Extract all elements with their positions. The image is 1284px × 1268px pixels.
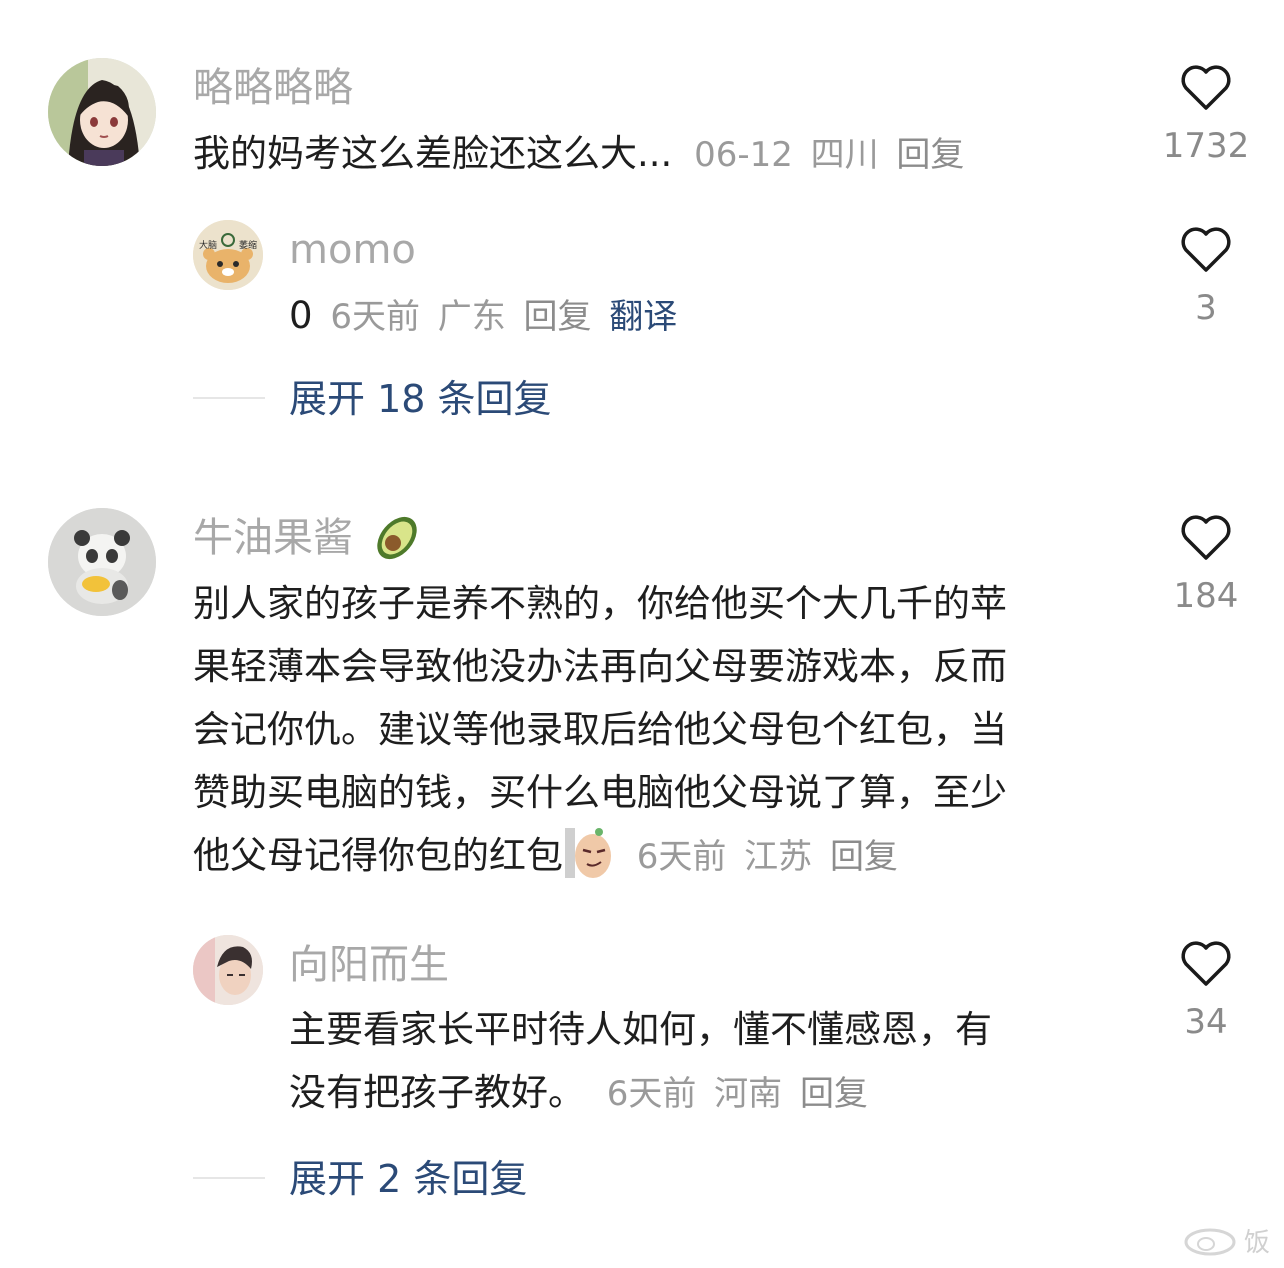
like-group: 1732	[1136, 64, 1276, 166]
comment-location: 江苏	[744, 837, 813, 877]
reply-date: 6天前	[330, 297, 420, 337]
cartoon-bear-avatar: 大脑 萎缩	[193, 220, 263, 290]
reply-date: 6天前	[606, 1074, 697, 1114]
like-count: 1732	[1162, 126, 1250, 166]
comment-text: 我的妈考这么差脸还这么大... 06-12 四川 回复	[193, 122, 964, 187]
comment-line: 果轻薄本会导致他没办法再向父母要游戏本，反而	[193, 645, 1007, 688]
reply-location: 广东	[437, 297, 506, 337]
comment-line: 赞助买电脑的钱，买什么电脑他父母说了算，至少	[193, 771, 1007, 814]
expand-divider	[193, 1177, 265, 1179]
reply-text: 0 6天前 广东 回复 翻译	[289, 284, 677, 349]
comment-last-line: 他父母记得你包的红包 6天前 江苏 回复	[193, 824, 1007, 889]
translate-button[interactable]: 翻译	[609, 297, 677, 337]
comment-date: 6天前	[636, 837, 727, 877]
reply-button[interactable]: 回复	[800, 1074, 868, 1114]
reply-button[interactable]: 回复	[523, 297, 591, 337]
like-count: 34	[1184, 1002, 1228, 1042]
reply-button[interactable]: 回复	[896, 135, 964, 175]
comment-line: 会记你仇。建议等他录取后给他父母包个红包，当	[193, 708, 1007, 751]
comment-username[interactable]: 牛油果酱	[193, 515, 424, 561]
comment-text: 别人家的孩子是养不熟的，你给他买个大几千的苹 果轻薄本会导致他没办法再向父母要游…	[193, 572, 1007, 889]
like-count: 3	[1195, 288, 1217, 328]
reply-line: 没有把孩子教好。	[289, 1071, 585, 1114]
weibo-watermark-icon	[1184, 1228, 1236, 1256]
expand-replies-button[interactable]: 展开 2 条回复	[289, 1160, 527, 1198]
comment-username-text: 牛油果酱	[193, 515, 353, 561]
man-portrait-avatar	[193, 935, 263, 1005]
like-count: 184	[1173, 576, 1239, 616]
heart-icon[interactable]	[1180, 940, 1232, 988]
reply-location: 河南	[714, 1074, 783, 1114]
reply-line: 主要看家长平时待人如何，懂不懂感恩，有	[289, 1008, 992, 1051]
comment-date: 06-12	[694, 135, 793, 175]
watermark-text: 饭	[1244, 1228, 1271, 1258]
panda-figure-avatar	[48, 508, 156, 616]
like-group: 34	[1136, 940, 1276, 1042]
heart-icon[interactable]	[1180, 514, 1232, 562]
reply-last-line: 没有把孩子教好。 6天前 河南 回复	[289, 1061, 992, 1126]
comment-location: 四川	[810, 135, 879, 175]
expand-divider	[193, 397, 265, 399]
avatar[interactable]	[193, 935, 263, 1005]
like-group: 184	[1136, 514, 1276, 616]
anime-girl-avatar	[48, 58, 156, 166]
avatar[interactable]	[48, 58, 156, 166]
smirk-peanut-icon	[565, 827, 611, 878]
reply-username[interactable]: momo	[289, 230, 416, 270]
avatar[interactable]: 大脑 萎缩	[193, 220, 263, 290]
avatar-label-left: 大脑	[199, 239, 217, 251]
avatar-label-right: 萎缩	[239, 239, 257, 251]
watermark-logo	[1180, 1218, 1240, 1262]
like-group: 3	[1136, 226, 1276, 328]
reply-username[interactable]: 向阳而生	[289, 945, 449, 985]
heart-icon[interactable]	[1180, 226, 1232, 274]
avatar[interactable]	[48, 508, 156, 616]
avocado-icon	[377, 516, 417, 560]
reply-body: 0	[289, 294, 313, 337]
reply-button[interactable]: 回复	[830, 837, 898, 877]
reply-text: 主要看家长平时待人如何，懂不懂感恩，有 没有把孩子教好。 6天前 河南 回复	[289, 998, 992, 1126]
comment-username[interactable]: 略略略略	[193, 68, 353, 108]
comment-line: 别人家的孩子是养不熟的，你给他买个大几千的苹	[193, 582, 1007, 625]
expand-replies-button[interactable]: 展开 18 条回复	[289, 380, 552, 418]
comment-line: 他父母记得你包的红包	[193, 834, 563, 877]
heart-icon[interactable]	[1180, 64, 1232, 112]
comment-body: 我的妈考这么差脸还这么大...	[193, 132, 673, 175]
